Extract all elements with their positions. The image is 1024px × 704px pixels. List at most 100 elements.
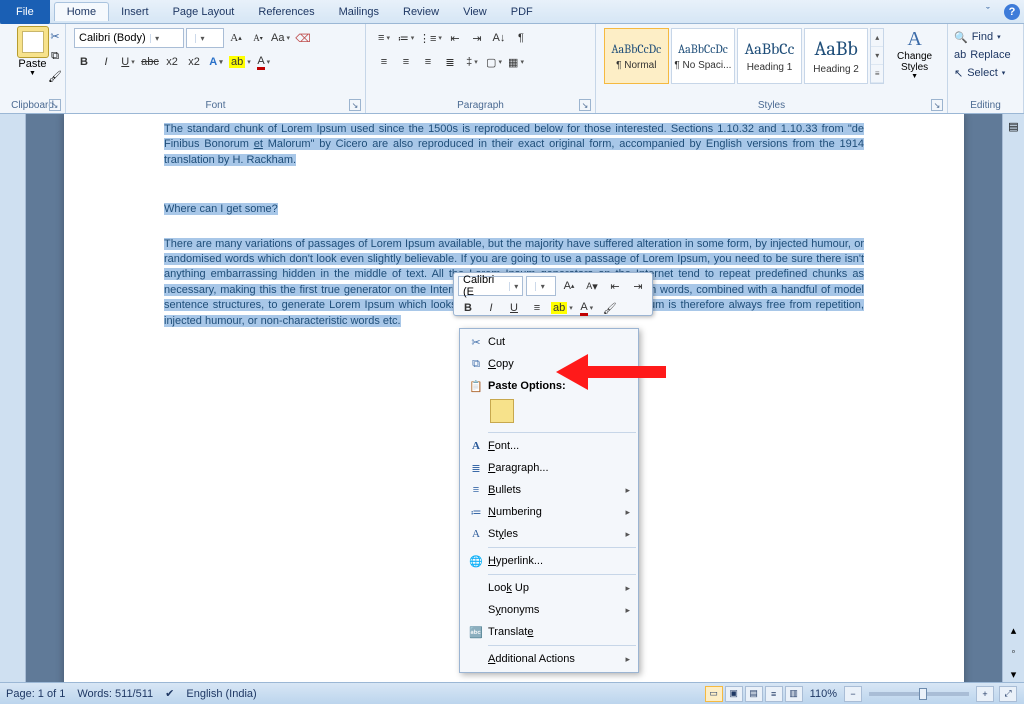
tab-insert[interactable]: Insert	[109, 3, 161, 21]
zoom-dialog-icon[interactable]: ⤢	[999, 686, 1017, 702]
bold-button[interactable]: B	[74, 52, 94, 72]
ctx-font[interactable]: AFont...	[460, 435, 638, 457]
ctx-look-up[interactable]: Look Up	[460, 577, 638, 599]
status-words[interactable]: Words: 511/511	[77, 688, 153, 700]
ctx-additional-actions[interactable]: Additional Actions	[460, 648, 638, 670]
underline-button[interactable]: U	[118, 52, 138, 72]
tab-view[interactable]: View	[451, 3, 499, 21]
replace-button[interactable]: abReplace	[954, 46, 1017, 64]
style-heading2[interactable]: AaBbHeading 2	[804, 28, 869, 84]
find-button[interactable]: 🔍Find▾	[954, 28, 1017, 46]
select-button[interactable]: ↖Select▾	[954, 64, 1017, 82]
mini-format-painter-icon[interactable]: 🖌	[600, 298, 620, 318]
browse-object-icon[interactable]: ◦	[1006, 644, 1022, 660]
ctx-paragraph[interactable]: ≣Paragraph...	[460, 457, 638, 479]
scroll-down-icon[interactable]: ▾	[1006, 666, 1022, 682]
mini-underline-button[interactable]: U	[504, 298, 524, 318]
view-draft-icon[interactable]: ▥	[785, 686, 803, 702]
file-tab[interactable]: File	[0, 0, 50, 24]
ctx-cut[interactable]: ✂Cut	[460, 331, 638, 353]
font-family-combo[interactable]: Calibri (Body)▾	[74, 28, 184, 48]
strikethrough-button[interactable]: abc	[140, 52, 160, 72]
shading-icon[interactable]: ▢	[484, 52, 504, 72]
clipboard-launcher[interactable]: ↘	[49, 99, 61, 111]
ctx-bullets[interactable]: ≡Bullets	[460, 479, 638, 501]
paste-keep-source-icon[interactable]	[490, 399, 514, 423]
view-outline-icon[interactable]: ≡	[765, 686, 783, 702]
change-styles-button[interactable]: A Change Styles ▼	[890, 28, 939, 80]
ctx-styles[interactable]: AStyles	[460, 523, 638, 545]
align-right-icon[interactable]: ≡	[418, 52, 438, 72]
zoom-in-button[interactable]: +	[976, 686, 994, 702]
superscript-button[interactable]: x2	[184, 52, 204, 72]
mini-shrink-font-icon[interactable]: A▾	[582, 276, 602, 296]
font-launcher[interactable]: ↘	[349, 99, 361, 111]
tab-references[interactable]: References	[246, 3, 326, 21]
increase-indent-icon[interactable]: ⇥	[467, 28, 487, 48]
numbering-icon[interactable]: ≔	[396, 28, 416, 48]
ruler-toggle-icon[interactable]: ▤	[1006, 118, 1022, 134]
font-color-icon[interactable]: A	[254, 52, 274, 72]
status-page[interactable]: Page: 1 of 1	[6, 688, 65, 700]
grow-font-icon[interactable]: A▴	[226, 28, 246, 48]
zoom-level[interactable]: 110%	[810, 688, 837, 700]
view-full-screen-icon[interactable]: ▣	[725, 686, 743, 702]
ctx-copy[interactable]: ⧉Copy	[460, 353, 638, 375]
text-effects-icon[interactable]: A	[206, 52, 226, 72]
mini-bold-button[interactable]: B	[458, 298, 478, 318]
help-icon[interactable]: ?	[1004, 4, 1020, 20]
styles-launcher[interactable]: ↘	[931, 99, 943, 111]
mini-increase-indent-icon[interactable]: ⇥	[628, 276, 648, 296]
tab-mailings[interactable]: Mailings	[327, 3, 391, 21]
ctx-synonyms[interactable]: Synonyms	[460, 599, 638, 621]
mini-decrease-indent-icon[interactable]: ⇤	[605, 276, 625, 296]
zoom-slider[interactable]	[869, 692, 969, 696]
ctx-translate[interactable]: 🔤Translate	[460, 621, 638, 643]
justify-icon[interactable]: ≣	[440, 52, 460, 72]
ctx-hyperlink[interactable]: 🌐Hyperlink...	[460, 550, 638, 572]
copy-icon[interactable]: ⧉	[47, 48, 63, 64]
paste-button[interactable]: Paste ▼	[17, 26, 49, 77]
mini-size-combo[interactable]: ▾	[526, 276, 556, 296]
paragraph-launcher[interactable]: ↘	[579, 99, 591, 111]
styles-gallery-nav[interactable]: ▴▾≡	[870, 28, 884, 84]
mini-font-combo[interactable]: Calibri (E▾	[458, 276, 523, 296]
status-proof-icon[interactable]: ✔	[165, 687, 174, 700]
ctx-numbering[interactable]: ≔Numbering	[460, 501, 638, 523]
bullets-icon[interactable]: ≡	[374, 28, 394, 48]
mini-highlight-icon[interactable]: ab	[550, 298, 574, 318]
style-heading1[interactable]: AaBbCcHeading 1	[737, 28, 802, 84]
subscript-button[interactable]: x2	[162, 52, 182, 72]
tab-review[interactable]: Review	[391, 3, 451, 21]
view-web-layout-icon[interactable]: ▤	[745, 686, 763, 702]
tab-home[interactable]: Home	[54, 2, 109, 21]
line-spacing-icon[interactable]: ‡	[462, 52, 482, 72]
scroll-up-icon[interactable]: ▴	[1006, 622, 1022, 638]
format-painter-icon[interactable]: 🖌	[47, 68, 63, 84]
status-language[interactable]: English (India)	[186, 688, 256, 700]
font-size-combo[interactable]: ▾	[186, 28, 224, 48]
mini-align-center-icon[interactable]: ≡	[527, 298, 547, 318]
highlight-color-icon[interactable]: ab	[228, 52, 252, 72]
style-normal[interactable]: AaBbCcDc¶ Normal	[604, 28, 669, 84]
show-hide-icon[interactable]: ¶	[511, 28, 531, 48]
italic-button[interactable]: I	[96, 52, 116, 72]
style-no-spacing[interactable]: AaBbCcDc¶ No Spaci...	[671, 28, 736, 84]
clear-formatting-icon[interactable]: ⌫	[293, 28, 313, 48]
sort-icon[interactable]: A↓	[489, 28, 509, 48]
shrink-font-icon[interactable]: A▾	[248, 28, 268, 48]
align-left-icon[interactable]: ≡	[374, 52, 394, 72]
selected-text[interactable]: The standard chunk of Lorem Ipsum used s…	[164, 123, 864, 166]
mini-italic-button[interactable]: I	[481, 298, 501, 318]
align-center-icon[interactable]: ≡	[396, 52, 416, 72]
minimize-ribbon-icon[interactable]: ˇ	[980, 4, 996, 20]
view-print-layout-icon[interactable]: ▭	[705, 686, 723, 702]
mini-grow-font-icon[interactable]: A▴	[559, 276, 579, 296]
borders-icon[interactable]: ▦	[506, 52, 526, 72]
decrease-indent-icon[interactable]: ⇤	[445, 28, 465, 48]
mini-font-color-icon[interactable]: A	[577, 298, 597, 318]
tab-pdf[interactable]: PDF	[499, 3, 545, 21]
cut-icon[interactable]: ✂	[47, 28, 63, 44]
heading[interactable]: Where can I get some?	[164, 186, 864, 222]
tab-page-layout[interactable]: Page Layout	[161, 3, 247, 21]
